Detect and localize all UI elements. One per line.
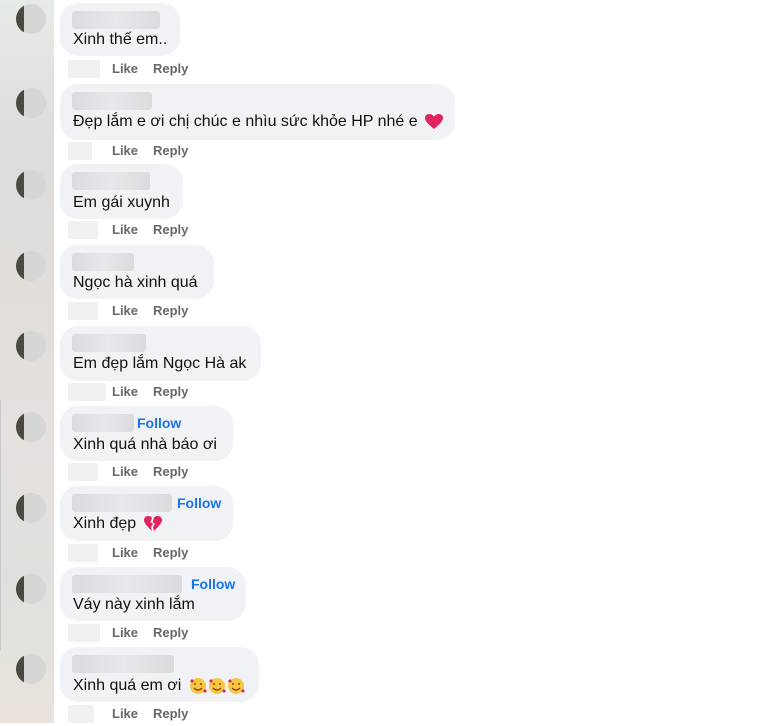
timestamp-blurred[interactable] — [68, 221, 98, 239]
comment-bubble: Follow Xinh đẹp — [60, 486, 233, 541]
reply-button[interactable]: Reply — [153, 464, 188, 479]
author-name-blurred[interactable] — [72, 655, 174, 673]
comment-text: Xinh đẹp — [73, 515, 162, 533]
reply-button[interactable]: Reply — [153, 706, 188, 721]
comment-item: Follow Xinh quá nhà báo ơi Like Reply — [0, 404, 770, 484]
comment-bubble: Đẹp lắm e ơi chị chúc e nhìu sức khỏe HP… — [60, 84, 455, 140]
comment-item: Xinh quá em ơi Like Reply — [0, 646, 770, 726]
reply-button[interactable]: Reply — [153, 61, 188, 76]
comment-bubble: Ngọc hà xinh quá — [60, 245, 214, 299]
timestamp-blurred[interactable] — [68, 383, 106, 401]
comment-text: Đẹp lắm e ơi chị chúc e nhìu sức khỏe HP… — [73, 113, 444, 131]
comment-item: Follow Váy này xinh lắm Like Reply — [0, 566, 770, 646]
author-name-blurred[interactable] — [72, 92, 152, 110]
heart-icon — [425, 113, 444, 129]
comment-bubble: Xinh thế em.. — [60, 3, 180, 56]
avatar[interactable] — [16, 493, 46, 523]
comment-text: Xinh thế em.. — [73, 31, 168, 48]
like-button[interactable]: Like — [112, 464, 138, 479]
follow-button[interactable]: Follow — [137, 415, 181, 431]
comment-item: Em gái xuynh Like Reply — [0, 162, 770, 242]
reply-button[interactable]: Reply — [153, 143, 188, 158]
author-name-blurred[interactable] — [72, 334, 146, 352]
comment-text: Xinh quá em ơi — [73, 677, 245, 695]
author-name-blurred[interactable] — [72, 494, 172, 512]
like-button[interactable]: Like — [112, 222, 138, 237]
comment-bubble: Em gái xuynh — [60, 164, 183, 219]
author-name-blurred[interactable] — [72, 11, 160, 29]
avatar[interactable] — [16, 4, 46, 34]
reply-button[interactable]: Reply — [153, 625, 188, 640]
avatar[interactable] — [16, 574, 46, 604]
timestamp-blurred[interactable] — [68, 463, 98, 481]
comment-item: Follow Xinh đẹp Like Reply — [0, 485, 770, 565]
avatar[interactable] — [16, 170, 46, 200]
follow-button[interactable]: Follow — [191, 576, 235, 592]
comment-bubble: Xinh quá em ơi — [60, 647, 259, 702]
like-button[interactable]: Like — [112, 384, 138, 399]
broken-heart-icon — [143, 515, 162, 531]
reply-button[interactable]: Reply — [153, 222, 188, 237]
comment-item: Em đẹp lắm Ngọc Hà ak Like Reply — [0, 323, 770, 403]
comment-item: Xinh thế em.. Like Reply — [0, 0, 770, 80]
timestamp-blurred[interactable] — [68, 302, 98, 320]
comment-item: Đẹp lắm e ơi chị chúc e nhìu sức khỏe HP… — [0, 82, 770, 162]
like-button[interactable]: Like — [112, 61, 138, 76]
comment-text: Em gái xuynh — [73, 194, 170, 211]
timestamp-blurred[interactable] — [68, 624, 100, 642]
timestamp-blurred[interactable] — [68, 544, 98, 562]
avatar[interactable] — [16, 88, 46, 118]
timestamp-blurred[interactable] — [68, 142, 92, 160]
comment-text: Em đẹp lắm Ngọc Hà ak — [73, 355, 247, 372]
reply-button[interactable]: Reply — [153, 545, 188, 560]
comment-text: Ngọc hà xinh quá — [73, 274, 198, 291]
author-name-blurred[interactable] — [72, 253, 134, 271]
comment-text: Váy này xinh lắm — [73, 596, 195, 613]
smiling-face-with-hearts-icon — [189, 678, 245, 694]
avatar[interactable] — [16, 331, 46, 361]
avatar[interactable] — [16, 412, 46, 442]
comment-item: Ngọc hà xinh quá Like Reply — [0, 243, 770, 323]
avatar[interactable] — [16, 251, 46, 281]
author-name-blurred[interactable] — [72, 575, 182, 593]
avatar[interactable] — [16, 654, 46, 684]
like-button[interactable]: Like — [112, 545, 138, 560]
reply-button[interactable]: Reply — [153, 303, 188, 318]
reply-button[interactable]: Reply — [153, 384, 188, 399]
comment-bubble: Follow Xinh quá nhà báo ơi — [60, 406, 233, 461]
author-name-blurred[interactable] — [72, 172, 150, 190]
author-name-blurred[interactable] — [72, 414, 134, 432]
like-button[interactable]: Like — [112, 706, 138, 721]
timestamp-blurred[interactable] — [68, 60, 100, 78]
timestamp-blurred[interactable] — [68, 705, 94, 723]
like-button[interactable]: Like — [112, 625, 138, 640]
follow-button[interactable]: Follow — [177, 495, 221, 511]
comment-bubble: Em đẹp lắm Ngọc Hà ak — [60, 326, 261, 381]
like-button[interactable]: Like — [112, 143, 138, 158]
like-button[interactable]: Like — [112, 303, 138, 318]
comment-text: Xinh quá nhà báo ơi — [73, 436, 217, 453]
comment-bubble: Follow Váy này xinh lắm — [60, 567, 246, 621]
